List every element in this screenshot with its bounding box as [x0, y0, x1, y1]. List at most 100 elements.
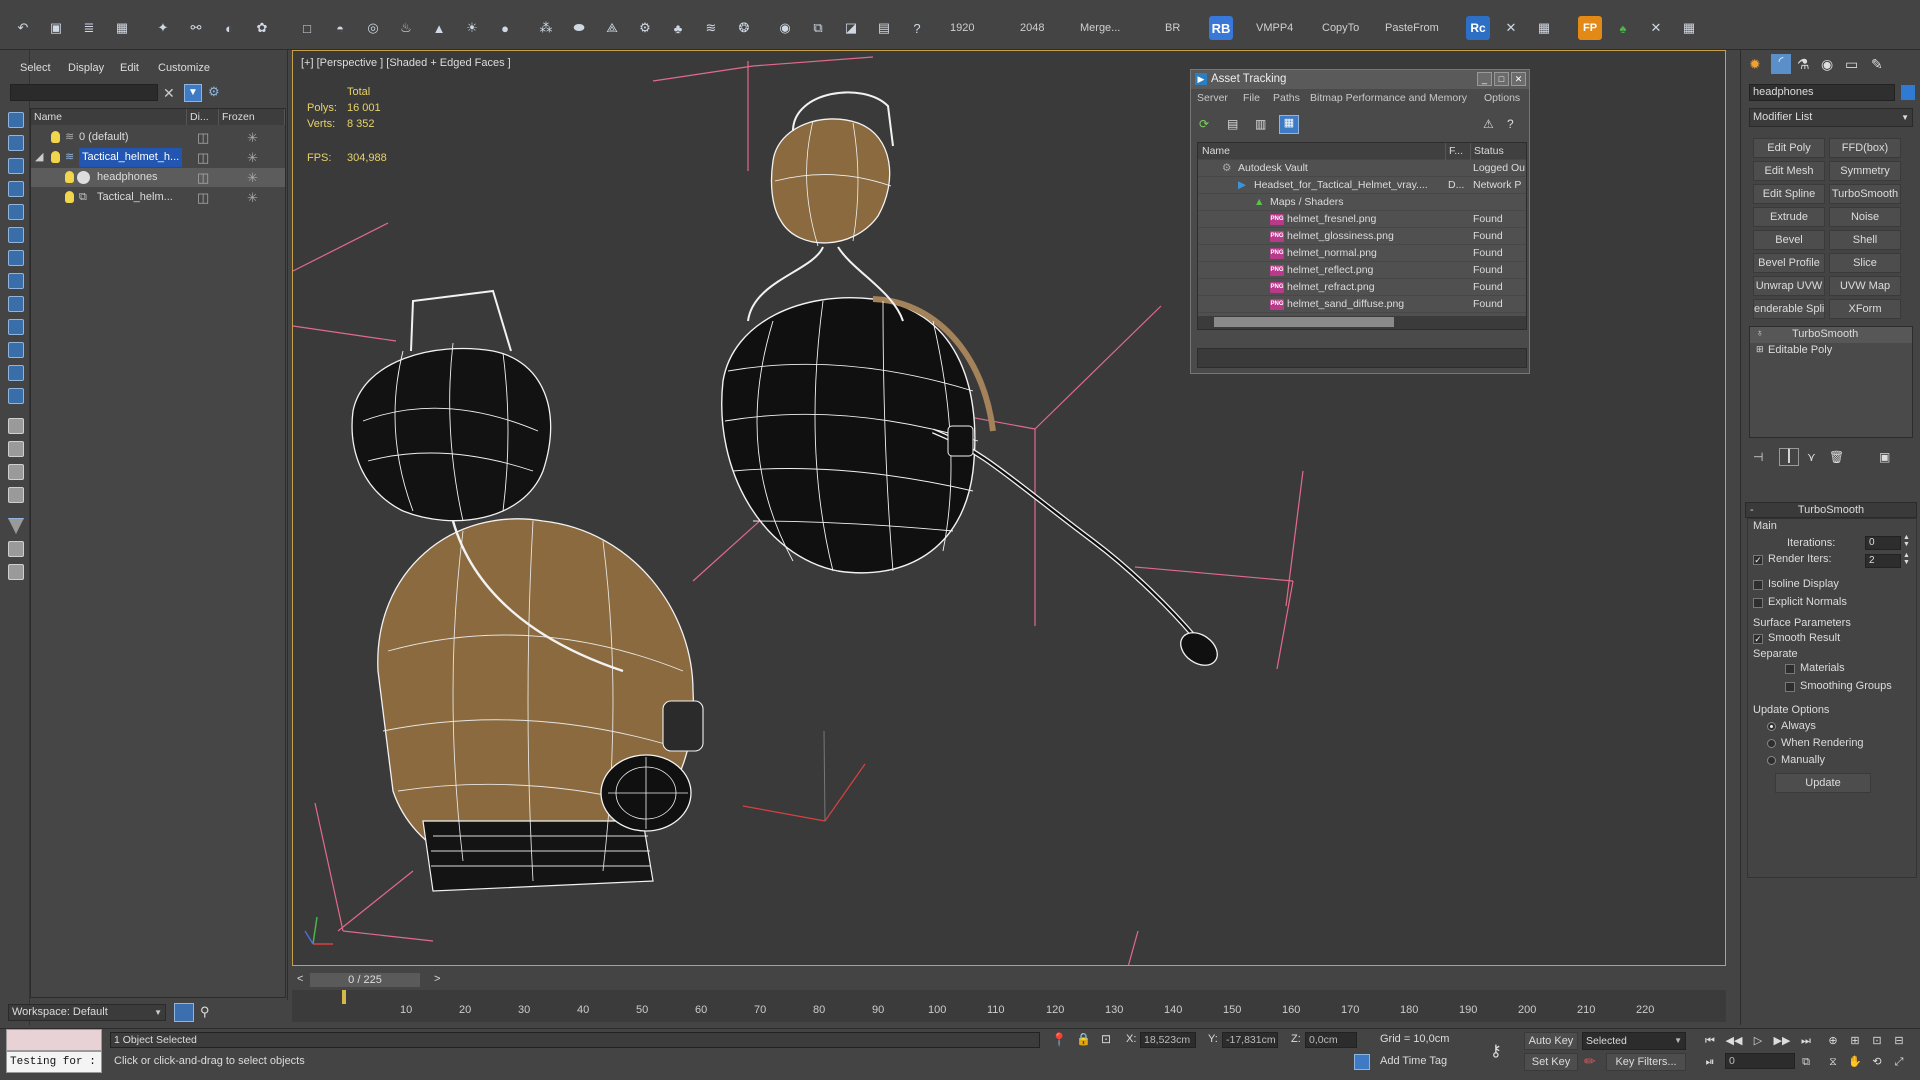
groups-filter-icon[interactable]: [8, 342, 24, 358]
y-coordinate-field[interactable]: -17,831cm: [1222, 1032, 1278, 1048]
visibility-bulb-icon[interactable]: [51, 151, 60, 163]
set-key-button[interactable]: Set Key: [1524, 1053, 1578, 1071]
asset-row[interactable]: ▶ Headset_for_Tactical_Helmet_vray.... D…: [1198, 177, 1526, 194]
display-icon[interactable]: ◫: [197, 188, 209, 207]
unlink-icon[interactable]: ◐: [218, 17, 240, 39]
explorer-menu-display[interactable]: Display: [68, 62, 104, 74]
visibility-bulb-icon[interactable]: [65, 191, 74, 203]
explicit-normals-checkbox[interactable]: [1753, 598, 1763, 608]
sphere-icon[interactable]: ◓: [329, 17, 351, 39]
next-frame-icon[interactable]: >: [434, 973, 440, 985]
always-radio[interactable]: [1767, 722, 1776, 731]
display-icon[interactable]: ◫: [197, 128, 209, 147]
material-editor-icon[interactable]: ≣: [78, 17, 100, 39]
copyto-button[interactable]: CopyTo: [1322, 22, 1359, 34]
key-mode-dropdown[interactable]: Selected ▼: [1582, 1032, 1686, 1050]
column-name[interactable]: Name: [1202, 143, 1230, 160]
smooth-result-checkbox[interactable]: ✓: [1753, 634, 1763, 644]
menu-file[interactable]: File: [1243, 92, 1260, 104]
asset-row[interactable]: PNG helmet_refract.png Found: [1198, 279, 1526, 296]
when-rendering-radio[interactable]: [1767, 739, 1776, 748]
menu-bitmap-performance[interactable]: Bitmap Performance and Memory: [1310, 92, 1467, 104]
sync-icon[interactable]: [8, 541, 24, 557]
menu-paths[interactable]: Paths: [1273, 92, 1300, 104]
motion-tab-icon[interactable]: ◉: [1821, 56, 1833, 73]
none-icon[interactable]: [8, 464, 24, 480]
pin-icon[interactable]: ⚲: [200, 1004, 210, 1020]
zoom-extents-all-icon[interactable]: ⊟: [1890, 1032, 1908, 1050]
gear-icon[interactable]: ⚙: [634, 17, 656, 39]
geometry-filter-icon[interactable]: [8, 204, 24, 220]
display-icon[interactable]: ◫: [197, 168, 209, 187]
collapse-icon[interactable]: [8, 564, 24, 580]
grid-panel-icon[interactable]: ▦: [1533, 17, 1555, 39]
spinner-arrows-icon[interactable]: ▲ ▼: [1903, 552, 1910, 566]
explorer-menu-select[interactable]: Select: [20, 62, 51, 74]
next-frame-icon[interactable]: ▶▶: [1773, 1032, 1791, 1050]
key-icon[interactable]: ⚷: [1490, 1041, 1502, 1061]
modifier-edit-poly-button[interactable]: Edit Poly: [1753, 138, 1825, 158]
bones-filter-icon[interactable]: [8, 388, 24, 404]
column-display[interactable]: Di...: [187, 109, 219, 125]
minimize-icon[interactable]: _: [1477, 72, 1492, 86]
freeze-snowflake-icon[interactable]: ✳: [247, 168, 258, 187]
freeze-snowflake-icon[interactable]: ✳: [247, 148, 258, 167]
modifier-shell-button[interactable]: Shell: [1829, 230, 1901, 250]
select-filter-icon[interactable]: [8, 112, 24, 128]
table-view-icon[interactable]: ▦: [1279, 115, 1299, 134]
plant-icon[interactable]: ♣: [667, 17, 689, 39]
visibility-bulb-icon[interactable]: [65, 171, 74, 183]
hair-icon[interactable]: ≋: [700, 17, 722, 39]
rc-button[interactable]: Rc: [1466, 16, 1490, 40]
modifier-renderable-spline-button[interactable]: enderable Splir: [1753, 299, 1825, 319]
auto-key-button[interactable]: Auto Key: [1524, 1032, 1578, 1050]
helpers-filter-icon[interactable]: [8, 296, 24, 312]
tools-icon[interactable]: ✕: [1500, 17, 1522, 39]
render-iters-checkbox[interactable]: ✓: [1753, 555, 1763, 565]
particle-icon[interactable]: ⁂: [535, 17, 557, 39]
maximize-viewport-icon[interactable]: ⤢: [1890, 1053, 1908, 1071]
modifier-xform-button[interactable]: XForm: [1829, 299, 1901, 319]
manually-radio[interactable]: [1767, 756, 1776, 765]
key-mode-toggle-icon[interactable]: ⏯: [1701, 1053, 1719, 1071]
asset-tracking-titlebar[interactable]: ▶ Asset Tracking _ □ ✕: [1191, 70, 1529, 89]
asset-row[interactable]: ⚙ Autodesk Vault Logged Ou: [1198, 160, 1526, 177]
rb-button[interactable]: RB: [1209, 16, 1233, 40]
modifier-symmetry-button[interactable]: Symmetry: [1829, 161, 1901, 181]
cameras-filter-icon[interactable]: [8, 273, 24, 289]
remove-modifier-icon[interactable]: 🗑: [1829, 450, 1844, 464]
explorer-menu-edit[interactable]: Edit: [120, 62, 139, 74]
modifier-edit-mesh-button[interactable]: Edit Mesh: [1753, 161, 1825, 181]
go-to-end-icon[interactable]: ⏭: [1797, 1032, 1815, 1050]
br-button[interactable]: BR: [1165, 22, 1180, 34]
tree-row-headphones[interactable]: headphones ◫ ✳: [31, 168, 285, 187]
modifier-bevel-button[interactable]: Bevel: [1753, 230, 1825, 250]
help-icon[interactable]: ?: [1507, 117, 1514, 131]
box-icon[interactable]: □: [296, 17, 318, 39]
field-of-view-icon[interactable]: ⧖: [1824, 1053, 1842, 1071]
previous-frame-icon[interactable]: ◀◀: [1725, 1032, 1743, 1050]
fp-button[interactable]: FP: [1578, 16, 1602, 40]
pan-icon[interactable]: ✋: [1846, 1053, 1864, 1071]
invert-icon[interactable]: [8, 487, 24, 503]
collapse-arrow-icon[interactable]: ◢: [35, 148, 43, 167]
time-slider[interactable]: < 0 / 225 >: [292, 973, 1726, 987]
link-icon[interactable]: ⚯: [185, 17, 207, 39]
menu-server[interactable]: Server: [1197, 92, 1228, 104]
isolate-icon[interactable]: 📍: [1051, 1032, 1067, 1048]
column-name[interactable]: Name: [31, 109, 187, 125]
globe-icon[interactable]: ◉: [774, 17, 796, 39]
warps-filter-icon[interactable]: [8, 319, 24, 335]
list-icon[interactable]: [8, 418, 24, 434]
vmpp4-button[interactable]: VMPP4: [1256, 22, 1293, 34]
time-tag-icon[interactable]: [1354, 1054, 1370, 1070]
display-icon[interactable]: ◫: [197, 148, 209, 167]
merge-button[interactable]: Merge...: [1080, 22, 1120, 34]
render-frame-icon[interactable]: ⧉: [807, 17, 829, 39]
modify-tab-icon[interactable]: ◜: [1771, 54, 1791, 74]
prev-frame-icon[interactable]: <: [297, 973, 303, 985]
display-tab-icon[interactable]: ▭: [1845, 56, 1858, 73]
iterations-spinner[interactable]: 0: [1865, 536, 1901, 550]
render-setup-icon[interactable]: ▣: [45, 17, 67, 39]
modifier-list-dropdown[interactable]: Modifier List ▼: [1749, 108, 1913, 127]
